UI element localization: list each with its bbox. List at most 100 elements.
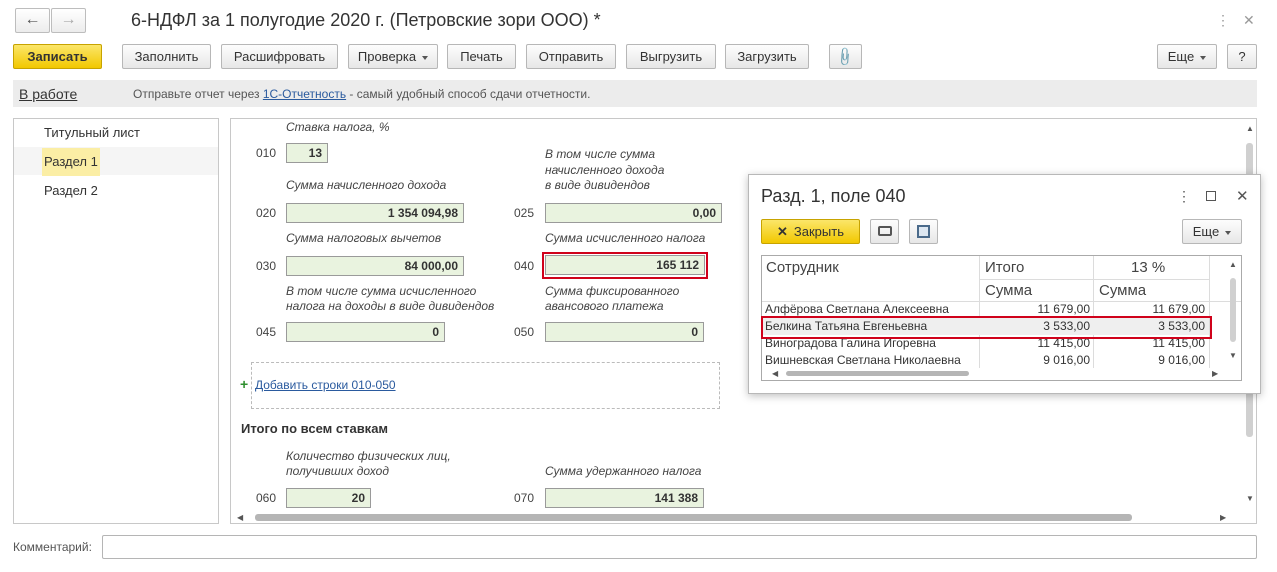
column-header-employee: Сотрудник: [766, 259, 839, 276]
row-rate-13: 11 679,00: [1152, 302, 1206, 316]
field-060-persons[interactable]: 20: [286, 488, 371, 508]
label-025-1: В том числе сумма: [545, 147, 656, 161]
arrow-right-icon: →: [60, 11, 77, 28]
add-rows-link[interactable]: Добавить строки 010-050: [255, 378, 396, 392]
totals-title: Итого по всем ставкам: [241, 421, 389, 436]
print-button[interactable]: Печать: [447, 44, 516, 69]
field-050[interactable]: 0: [545, 322, 704, 342]
import-button[interactable]: Загрузить: [725, 44, 809, 69]
nav-item-section-2[interactable]: Раздел 2: [42, 177, 100, 205]
label-070: Сумма удержанного налога: [545, 464, 702, 478]
field-045[interactable]: 0: [286, 322, 445, 342]
save-file-button[interactable]: [909, 219, 938, 244]
back-button[interactable]: ←: [15, 8, 50, 33]
status-bar: В работе Отправьте отчет через 1С-Отчетн…: [13, 80, 1257, 107]
send-button[interactable]: Отправить: [526, 44, 616, 69]
maximize-icon[interactable]: [1206, 191, 1216, 201]
attach-button[interactable]: 📎: [829, 44, 862, 69]
scroll-up-icon[interactable]: ▲: [1246, 124, 1254, 133]
code-070: 070: [514, 491, 535, 505]
scroll-left-icon[interactable]: ◀: [237, 513, 243, 522]
field-010-rate[interactable]: 13: [286, 143, 328, 163]
code-025: 025: [514, 206, 535, 220]
code-020: 020: [256, 206, 277, 220]
label-020: Сумма начисленного дохода: [286, 178, 447, 192]
save-button[interactable]: Записать: [13, 44, 102, 69]
label-025-2: начисленного дохода: [545, 163, 665, 177]
check-button[interactable]: Проверка: [348, 44, 438, 69]
row-employee-name: Алфёрова Светлана Алексеевна: [765, 302, 949, 316]
nav-item-section-1[interactable]: Раздел 1: [42, 148, 100, 176]
horizontal-scrollbar[interactable]: [255, 514, 1132, 521]
help-button[interactable]: ?: [1227, 44, 1257, 69]
row-total: 11 679,00: [1037, 302, 1091, 316]
more-button[interactable]: Еще: [1182, 219, 1242, 244]
column-header-sum-total: Сумма: [985, 282, 1033, 299]
field-030-deductions[interactable]: 84 000,00: [286, 256, 464, 276]
window-title: 6-НДФЛ за 1 полугодие 2020 г. (Петровски…: [131, 10, 601, 30]
printer-icon: [877, 226, 892, 236]
column-header-total: Итого: [985, 259, 1025, 276]
decode-button[interactable]: Расшифровать: [221, 44, 338, 69]
close-x-icon: ✕: [777, 224, 788, 239]
arrow-left-icon: ←: [24, 11, 41, 28]
fill-button[interactable]: Заполнить: [122, 44, 211, 69]
label-045-1: В том числе сумма исчисленного: [286, 284, 477, 298]
code-040: 040: [514, 259, 535, 273]
close-button[interactable]: ✕ Закрыть: [761, 219, 860, 244]
label-025-3: в виде дивидендов: [545, 178, 650, 192]
plus-icon: +: [240, 376, 249, 392]
field-040-calculated-tax[interactable]: 165 112: [545, 255, 705, 275]
chevron-down-icon: [422, 55, 429, 60]
code-060: 060: [256, 491, 277, 505]
scroll-left-icon[interactable]: ◀: [772, 369, 778, 378]
label-060-1: Количество физических лиц,: [286, 449, 451, 463]
code-010: 010: [256, 146, 277, 160]
rate-label: Ставка налога, %: [286, 120, 390, 134]
highlight-selected-row: [761, 316, 1212, 339]
section-nav: Титульный лист Раздел 1 Раздел 2: [13, 118, 219, 524]
scroll-down-icon[interactable]: ▼: [1229, 351, 1237, 360]
1c-reporting-link[interactable]: 1С-Отчетность: [263, 87, 346, 101]
chevron-down-icon: [1225, 230, 1232, 235]
close-icon[interactable]: ✕: [1243, 12, 1255, 29]
code-045: 045: [256, 325, 277, 339]
row-rate-13: 9 016,00: [1158, 353, 1205, 367]
more-vertical-icon[interactable]: ⋮: [1177, 188, 1191, 205]
code-030: 030: [256, 259, 277, 273]
comment-label: Комментарий:: [13, 540, 92, 554]
more-button[interactable]: Еще: [1157, 44, 1217, 69]
label-030: Сумма налоговых вычетов: [286, 231, 442, 245]
field-070-withheld-tax[interactable]: 141 388: [545, 488, 704, 508]
more-vertical-icon[interactable]: ⋮: [1216, 12, 1230, 29]
status-state-link[interactable]: В работе: [19, 86, 77, 102]
code-050: 050: [514, 325, 535, 339]
scroll-right-icon[interactable]: ▶: [1220, 513, 1226, 522]
col-separator-3: [1209, 256, 1210, 368]
field-020-income[interactable]: 1 354 094,98: [286, 203, 464, 223]
label-050-2: авансового платежа: [545, 299, 664, 313]
dialog-title: Разд. 1, поле 040: [761, 186, 906, 206]
chevron-down-icon: [1200, 55, 1207, 60]
label-040: Сумма исчисленного налога: [545, 231, 706, 245]
print-button[interactable]: [870, 219, 899, 244]
floppy-disk-icon: [917, 225, 930, 238]
row-total: 9 016,00: [1043, 353, 1090, 367]
field-025-dividends[interactable]: 0,00: [545, 203, 722, 223]
comment-input[interactable]: [102, 535, 1257, 559]
nav-item-title-page[interactable]: Титульный лист: [42, 119, 142, 147]
scroll-up-icon[interactable]: ▲: [1229, 260, 1237, 269]
forward-button[interactable]: →: [51, 8, 86, 33]
status-message: Отправьте отчет через 1С-Отчетность - са…: [133, 87, 591, 101]
close-icon[interactable]: ✕: [1236, 187, 1249, 205]
label-050-1: Сумма фиксированного: [545, 284, 680, 298]
row-employee-name: Вишневская Светлана Николаевна: [765, 353, 961, 367]
scroll-right-icon[interactable]: ▶: [1212, 369, 1218, 378]
header-separator: [979, 279, 1209, 280]
scroll-down-icon[interactable]: ▼: [1246, 494, 1254, 503]
label-045-2: налога на доходы в виде дивидендов: [286, 299, 495, 313]
field-040-breakdown-dialog: Разд. 1, поле 040 ⋮ ✕ ✕ Закрыть Еще Сотру…: [748, 174, 1261, 394]
table-vertical-scrollbar[interactable]: [1230, 278, 1236, 342]
table-horizontal-scrollbar[interactable]: [786, 371, 969, 376]
export-button[interactable]: Выгрузить: [626, 44, 716, 69]
